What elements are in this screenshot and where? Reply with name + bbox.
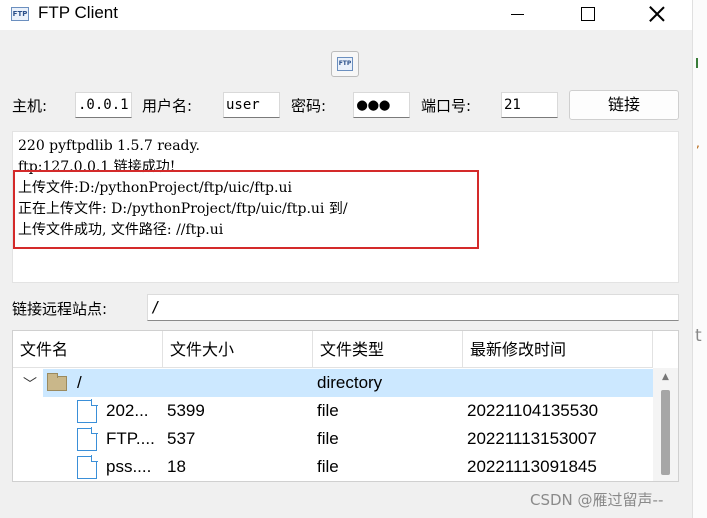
ftp-toolbar-button[interactable]: FTP xyxy=(331,51,359,77)
minimize-button[interactable] xyxy=(494,0,540,30)
file-icon xyxy=(77,427,98,451)
vertical-scrollbar[interactable]: ▲ xyxy=(653,368,678,481)
password-input[interactable]: ●●● xyxy=(353,92,410,118)
row-size: 18 xyxy=(167,457,186,476)
column-header-type[interactable]: 文件类型 xyxy=(313,331,463,368)
row-size: 537 xyxy=(167,429,196,448)
scroll-up-arrow-icon[interactable]: ▲ xyxy=(662,372,669,382)
user-label: 用户名: xyxy=(142,97,193,115)
row-type: file xyxy=(317,429,339,448)
remote-path-input[interactable]: / xyxy=(147,294,679,321)
tree-row-root[interactable]: ﹀ / directory xyxy=(13,369,653,397)
column-header-size[interactable]: 文件大小 xyxy=(163,331,313,368)
user-input[interactable]: user xyxy=(223,92,280,118)
close-button[interactable] xyxy=(634,0,680,30)
host-input[interactable]: .0.0.1 xyxy=(75,92,132,118)
row-type: file xyxy=(317,457,339,476)
port-input[interactable]: 21 xyxy=(501,92,558,118)
column-header-name[interactable]: 文件名 xyxy=(13,331,163,368)
background-code-fragment: , xyxy=(696,136,700,150)
remote-site-label: 链接远程站点: xyxy=(12,300,108,318)
connect-button[interactable]: 链接 xyxy=(569,90,679,120)
table-row[interactable]: FTP.... 537 file 20221113153007 xyxy=(13,425,653,453)
window-title: FTP Client xyxy=(38,3,118,22)
background-code-fragment xyxy=(696,58,702,68)
row-name: 202... xyxy=(106,401,149,420)
file-icon xyxy=(77,455,98,479)
table-row[interactable]: 202... 5399 file 20221104135530 xyxy=(13,397,653,425)
row-modified: 20221113153007 xyxy=(467,429,597,448)
port-label: 端口号: xyxy=(421,97,472,115)
column-header-modified[interactable]: 最新修改时间 xyxy=(463,331,653,368)
row-type: directory xyxy=(317,373,383,392)
minimize-icon xyxy=(511,14,524,15)
row-name: FTP.... xyxy=(106,429,155,448)
row-modified: 20221104135530 xyxy=(467,401,599,420)
maximize-icon xyxy=(581,7,595,21)
ftp-app-icon: FTP xyxy=(11,7,29,21)
folder-icon xyxy=(47,373,67,391)
row-modified: 20221113091845 xyxy=(467,457,597,476)
row-name: pss.... xyxy=(106,457,152,476)
background-code-fragment: t xyxy=(695,326,702,346)
row-name: / xyxy=(77,373,82,392)
row-size: 5399 xyxy=(167,401,205,420)
chevron-down-icon[interactable]: ﹀ xyxy=(23,374,37,394)
row-type: file xyxy=(317,401,339,420)
close-icon xyxy=(649,6,665,22)
password-label: 密码: xyxy=(291,97,327,115)
maximize-button[interactable] xyxy=(564,0,610,30)
log-line: 220 pyftpdlib 1.5.7 ready. xyxy=(18,138,200,154)
scrollbar-thumb[interactable] xyxy=(661,390,670,475)
remote-file-tree[interactable]: 文件名 文件大小 文件类型 最新修改时间 ﹀ / directory 202..… xyxy=(12,330,679,482)
highlight-annotation-box xyxy=(13,170,479,249)
watermark-text: CSDN @雁过留声-- xyxy=(530,491,664,509)
ftp-icon: FTP xyxy=(337,57,353,71)
host-label: 主机: xyxy=(12,97,48,115)
title-bar: FTP FTP Client xyxy=(0,0,692,30)
background-window-edge: , t xyxy=(692,0,707,518)
file-icon xyxy=(77,399,98,423)
table-row[interactable]: pss.... 18 file 20221113091845 xyxy=(13,453,653,481)
